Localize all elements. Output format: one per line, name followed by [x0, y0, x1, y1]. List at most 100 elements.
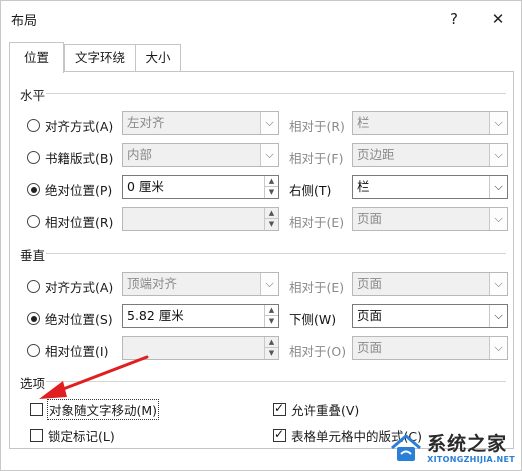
chevron-down-icon: ⌵ — [489, 305, 507, 327]
v-relative-relative-value: 页面 — [357, 340, 383, 355]
layout-dialog: 布局 ? ✕ 位置 文字环绕 大小 水平 对齐方式(A) 左对齐 ⌵ 相对于(R… — [0, 0, 522, 471]
h-absolute-label: 绝对位置(P) — [45, 183, 113, 198]
v-absolute-relative-select[interactable]: 页面 ⌵ — [352, 304, 508, 328]
v-relative-relative-label: 相对于(O) — [289, 344, 347, 359]
tab-size[interactable]: 大小 — [135, 44, 181, 72]
spin-down-icon[interactable]: ▼ — [265, 348, 278, 359]
h-book-value: 内部 — [127, 147, 153, 162]
chevron-down-icon: ⌵ — [489, 144, 507, 166]
h-relative-radio[interactable]: 相对位置(R) — [27, 212, 113, 231]
v-align-select[interactable]: 顶端对齐 ⌵ — [122, 272, 279, 296]
radio-icon — [27, 151, 40, 164]
tab-text-wrapping[interactable]: 文字环绕 — [64, 44, 136, 72]
h-absolute-relative-select[interactable]: 栏 ⌵ — [352, 175, 508, 199]
chevron-down-icon: ⌵ — [489, 208, 507, 230]
spin-up-icon[interactable]: ▲ — [265, 176, 278, 187]
chevron-down-icon: ⌵ — [489, 273, 507, 295]
lock-anchor-checkbox[interactable]: 锁定标记(L) — [30, 426, 115, 445]
h-relative-label: 相对位置(R) — [45, 215, 114, 230]
h-align-relative-value: 栏 — [357, 115, 370, 130]
v-align-radio[interactable]: 对齐方式(A) — [27, 277, 113, 296]
options-divider — [46, 381, 506, 382]
h-book-relative-label: 相对于(F) — [289, 151, 344, 166]
tab-position[interactable]: 位置 — [9, 42, 64, 73]
h-align-relative-label: 相对于(R) — [289, 119, 345, 134]
checkbox-checked-icon — [273, 401, 286, 416]
v-absolute-relative-value: 页面 — [357, 308, 383, 323]
v-absolute-relative-label: 下侧(W) — [289, 312, 337, 327]
h-align-relative-select[interactable]: 栏 ⌵ — [352, 111, 508, 135]
title-bar: 布局 ? ✕ — [1, 1, 521, 37]
watermark: 系统之家 XITONGZHIJIA.NET — [389, 432, 515, 464]
options-heading: 选项 — [20, 376, 46, 391]
spin-up-icon[interactable]: ▲ — [265, 305, 278, 316]
v-relative-input[interactable]: ▲ ▼ — [122, 336, 279, 360]
h-relative-input[interactable]: ▲ ▼ — [122, 207, 279, 231]
chevron-down-icon: ⌵ — [260, 273, 278, 295]
radio-selected-icon — [27, 312, 40, 325]
radio-icon — [27, 280, 40, 293]
h-absolute-relative-value: 栏 — [357, 179, 370, 194]
v-relative-radio[interactable]: 相对位置(I) — [27, 341, 108, 360]
radio-selected-icon — [27, 183, 40, 196]
v-absolute-value: 5.82 厘米 — [127, 308, 184, 323]
v-absolute-input[interactable]: 5.82 厘米 ▲ ▼ — [122, 304, 279, 328]
h-relative-relative-select[interactable]: 页面 ⌵ — [352, 207, 508, 231]
v-absolute-radio[interactable]: 绝对位置(S) — [27, 309, 113, 328]
h-relative-relative-label: 相对于(E) — [289, 215, 345, 230]
spin-up-icon[interactable]: ▲ — [265, 208, 278, 219]
chevron-down-icon: ⌵ — [489, 176, 507, 198]
v-align-value: 顶端对齐 — [127, 276, 178, 291]
v-relative-label: 相对位置(I) — [45, 344, 109, 359]
allow-overlap-label: 允许重叠(V) — [291, 403, 360, 418]
spin-up-icon[interactable]: ▲ — [265, 337, 278, 348]
h-absolute-relative-label: 右侧(T) — [289, 183, 332, 198]
watermark-url: XITONGZHIJIA.NET — [427, 454, 515, 464]
h-absolute-input[interactable]: 0 厘米 ▲ ▼ — [122, 175, 279, 199]
radio-icon — [27, 344, 40, 357]
move-with-text-checkbox[interactable]: 对象随文字移动(M) — [30, 399, 160, 420]
dialog-title: 布局 — [11, 14, 38, 29]
chevron-down-icon: ⌵ — [260, 112, 278, 134]
h-book-relative-value: 页边距 — [357, 147, 395, 162]
v-align-relative-value: 页面 — [357, 276, 383, 291]
v-absolute-label: 绝对位置(S) — [45, 312, 113, 327]
chevron-down-icon: ⌵ — [260, 144, 278, 166]
spin-buttons[interactable]: ▲ ▼ — [264, 176, 278, 198]
h-book-relative-select[interactable]: 页边距 ⌵ — [352, 143, 508, 167]
spin-down-icon[interactable]: ▼ — [265, 219, 278, 230]
radio-icon — [27, 215, 40, 228]
close-icon[interactable]: ✕ — [483, 5, 513, 33]
house-logo-icon — [391, 434, 422, 461]
lock-anchor-label: 锁定标记(L) — [48, 429, 115, 444]
horizontal-heading: 水平 — [20, 88, 46, 103]
spin-down-icon[interactable]: ▼ — [265, 316, 278, 327]
h-align-value: 左对齐 — [127, 115, 165, 130]
watermark-text: 系统之家 — [427, 432, 508, 455]
spin-buttons[interactable]: ▲ ▼ — [264, 337, 278, 359]
h-relative-relative-value: 页面 — [357, 211, 383, 226]
v-align-relative-label: 相对于(E) — [289, 280, 345, 295]
h-book-select[interactable]: 内部 ⌵ — [122, 143, 279, 167]
allow-overlap-checkbox[interactable]: 允许重叠(V) — [273, 400, 359, 419]
spin-buttons[interactable]: ▲ ▼ — [264, 208, 278, 230]
spin-down-icon[interactable]: ▼ — [265, 187, 278, 198]
radio-icon — [27, 119, 40, 132]
h-align-select[interactable]: 左对齐 ⌵ — [122, 111, 279, 135]
move-with-text-label: 对象随文字移动(M) — [46, 399, 160, 420]
v-align-relative-select[interactable]: 页面 ⌵ — [352, 272, 508, 296]
checkbox-checked-icon — [273, 427, 286, 442]
position-panel: 水平 对齐方式(A) 左对齐 ⌵ 相对于(R) 栏 ⌵ 书籍版式(B) 内部 ⌵… — [9, 71, 514, 449]
horizontal-divider — [46, 93, 506, 94]
h-book-label: 书籍版式(B) — [45, 151, 114, 166]
help-icon[interactable]: ? — [439, 5, 469, 33]
h-align-radio[interactable]: 对齐方式(A) — [27, 116, 113, 135]
v-relative-relative-select[interactable]: 页面 ⌵ — [352, 336, 508, 360]
v-align-label: 对齐方式(A) — [45, 280, 114, 295]
checkbox-icon — [30, 429, 43, 442]
checkbox-icon — [30, 403, 43, 416]
h-absolute-radio[interactable]: 绝对位置(P) — [27, 180, 112, 199]
chevron-down-icon: ⌵ — [489, 337, 507, 359]
h-book-radio[interactable]: 书籍版式(B) — [27, 148, 113, 167]
spin-buttons[interactable]: ▲ ▼ — [264, 305, 278, 327]
